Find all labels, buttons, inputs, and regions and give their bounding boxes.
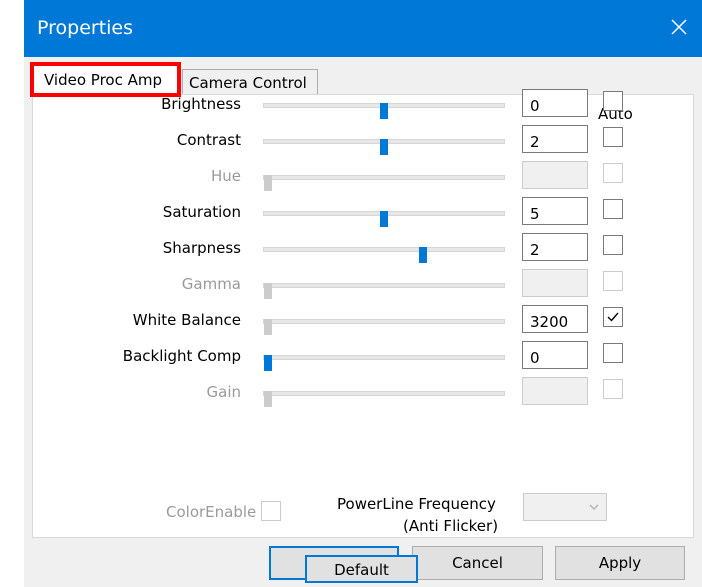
property-slider[interactable] — [263, 355, 505, 371]
cancel-button[interactable]: Cancel — [412, 546, 543, 580]
property-label: Gain — [206, 383, 242, 401]
property-row: Contrast 2 — [33, 125, 693, 161]
property-slider[interactable] — [263, 247, 505, 263]
checkmark-icon — [607, 312, 619, 322]
tab-label: Video Proc Amp — [44, 71, 163, 89]
property-label: Contrast — [176, 131, 241, 149]
property-label: Sharpness — [162, 239, 241, 257]
property-label: Gamma — [181, 275, 241, 293]
auto-checkbox[interactable] — [603, 307, 623, 327]
auto-checkbox[interactable] — [603, 235, 623, 255]
property-row: Sharpness 2 — [33, 233, 693, 269]
property-slider[interactable] — [263, 319, 505, 335]
property-value-field — [522, 377, 588, 405]
property-label: Saturation — [162, 203, 241, 221]
window-title: Properties — [37, 17, 134, 39]
slider-thumb[interactable] — [419, 247, 427, 263]
tab-video-proc-amp[interactable]: Video Proc Amp — [31, 63, 179, 95]
property-value-field — [522, 161, 588, 189]
property-row: Saturation 5 — [33, 197, 693, 233]
apply-button[interactable]: Apply — [555, 546, 685, 580]
property-row: Gain — [33, 377, 693, 413]
property-value-field[interactable]: 5 — [522, 197, 588, 225]
property-row: Backlight Comp 0 — [33, 341, 693, 377]
default-button[interactable]: Default — [305, 555, 418, 583]
slider-thumb[interactable] — [380, 139, 388, 155]
slider-thumb — [264, 283, 272, 299]
property-label: Backlight Comp — [122, 347, 241, 365]
property-row: Hue — [33, 161, 693, 197]
powerline-frequency-select — [523, 493, 607, 521]
property-slider[interactable] — [263, 139, 505, 155]
slider-thumb[interactable] — [380, 211, 388, 227]
property-slider — [263, 391, 505, 407]
tab-camera-control[interactable]: Camera Control — [182, 69, 318, 95]
slider-thumb — [264, 391, 272, 407]
property-value-field[interactable]: 3200 — [522, 305, 588, 333]
property-label: Brightness — [161, 95, 241, 113]
slider-thumb[interactable] — [264, 355, 272, 371]
powerline-label-line2: (Anti Flicker) — [403, 517, 499, 535]
property-value-field[interactable]: 0 — [522, 341, 588, 369]
auto-checkbox[interactable] — [603, 379, 623, 399]
property-value-field[interactable]: 0 — [522, 89, 588, 117]
property-label: White Balance — [132, 311, 241, 329]
powerline-label-line1: PowerLine Frequency — [337, 495, 496, 513]
auto-checkbox[interactable] — [603, 163, 623, 183]
auto-checkbox[interactable] — [603, 271, 623, 291]
property-value-field[interactable]: 2 — [522, 125, 588, 153]
tab-label: Camera Control — [189, 74, 307, 92]
dialog-body: Video Proc Amp Camera Control Auto Brigh… — [24, 57, 702, 587]
close-icon — [671, 19, 687, 35]
slider-thumb — [264, 175, 272, 191]
color-enable-label: ColorEnable — [166, 503, 257, 521]
close-button[interactable] — [662, 10, 696, 44]
chevron-down-icon — [589, 504, 599, 510]
auto-checkbox[interactable] — [603, 91, 623, 111]
property-slider — [263, 175, 505, 191]
color-enable-checkbox — [261, 501, 281, 521]
property-row: White Balance 3200 — [33, 305, 693, 341]
property-value-field[interactable]: 2 — [522, 233, 588, 261]
property-row: Gamma — [33, 269, 693, 305]
property-label: Hue — [210, 167, 241, 185]
title-bar: Properties — [24, 0, 702, 57]
property-slider[interactable] — [263, 211, 505, 227]
property-row: Brightness 0 — [33, 89, 693, 125]
property-value-field — [522, 269, 588, 297]
property-slider — [263, 283, 505, 299]
tab-panel: Auto Brightness 0 Contrast 2 Hue Saturation 5 S… — [32, 89, 694, 583]
auto-checkbox[interactable] — [603, 127, 623, 147]
auto-checkbox[interactable] — [603, 343, 623, 363]
auto-checkbox[interactable] — [603, 199, 623, 219]
property-slider[interactable] — [263, 103, 505, 119]
slider-thumb[interactable] — [380, 103, 388, 119]
slider-thumb[interactable] — [264, 319, 272, 335]
